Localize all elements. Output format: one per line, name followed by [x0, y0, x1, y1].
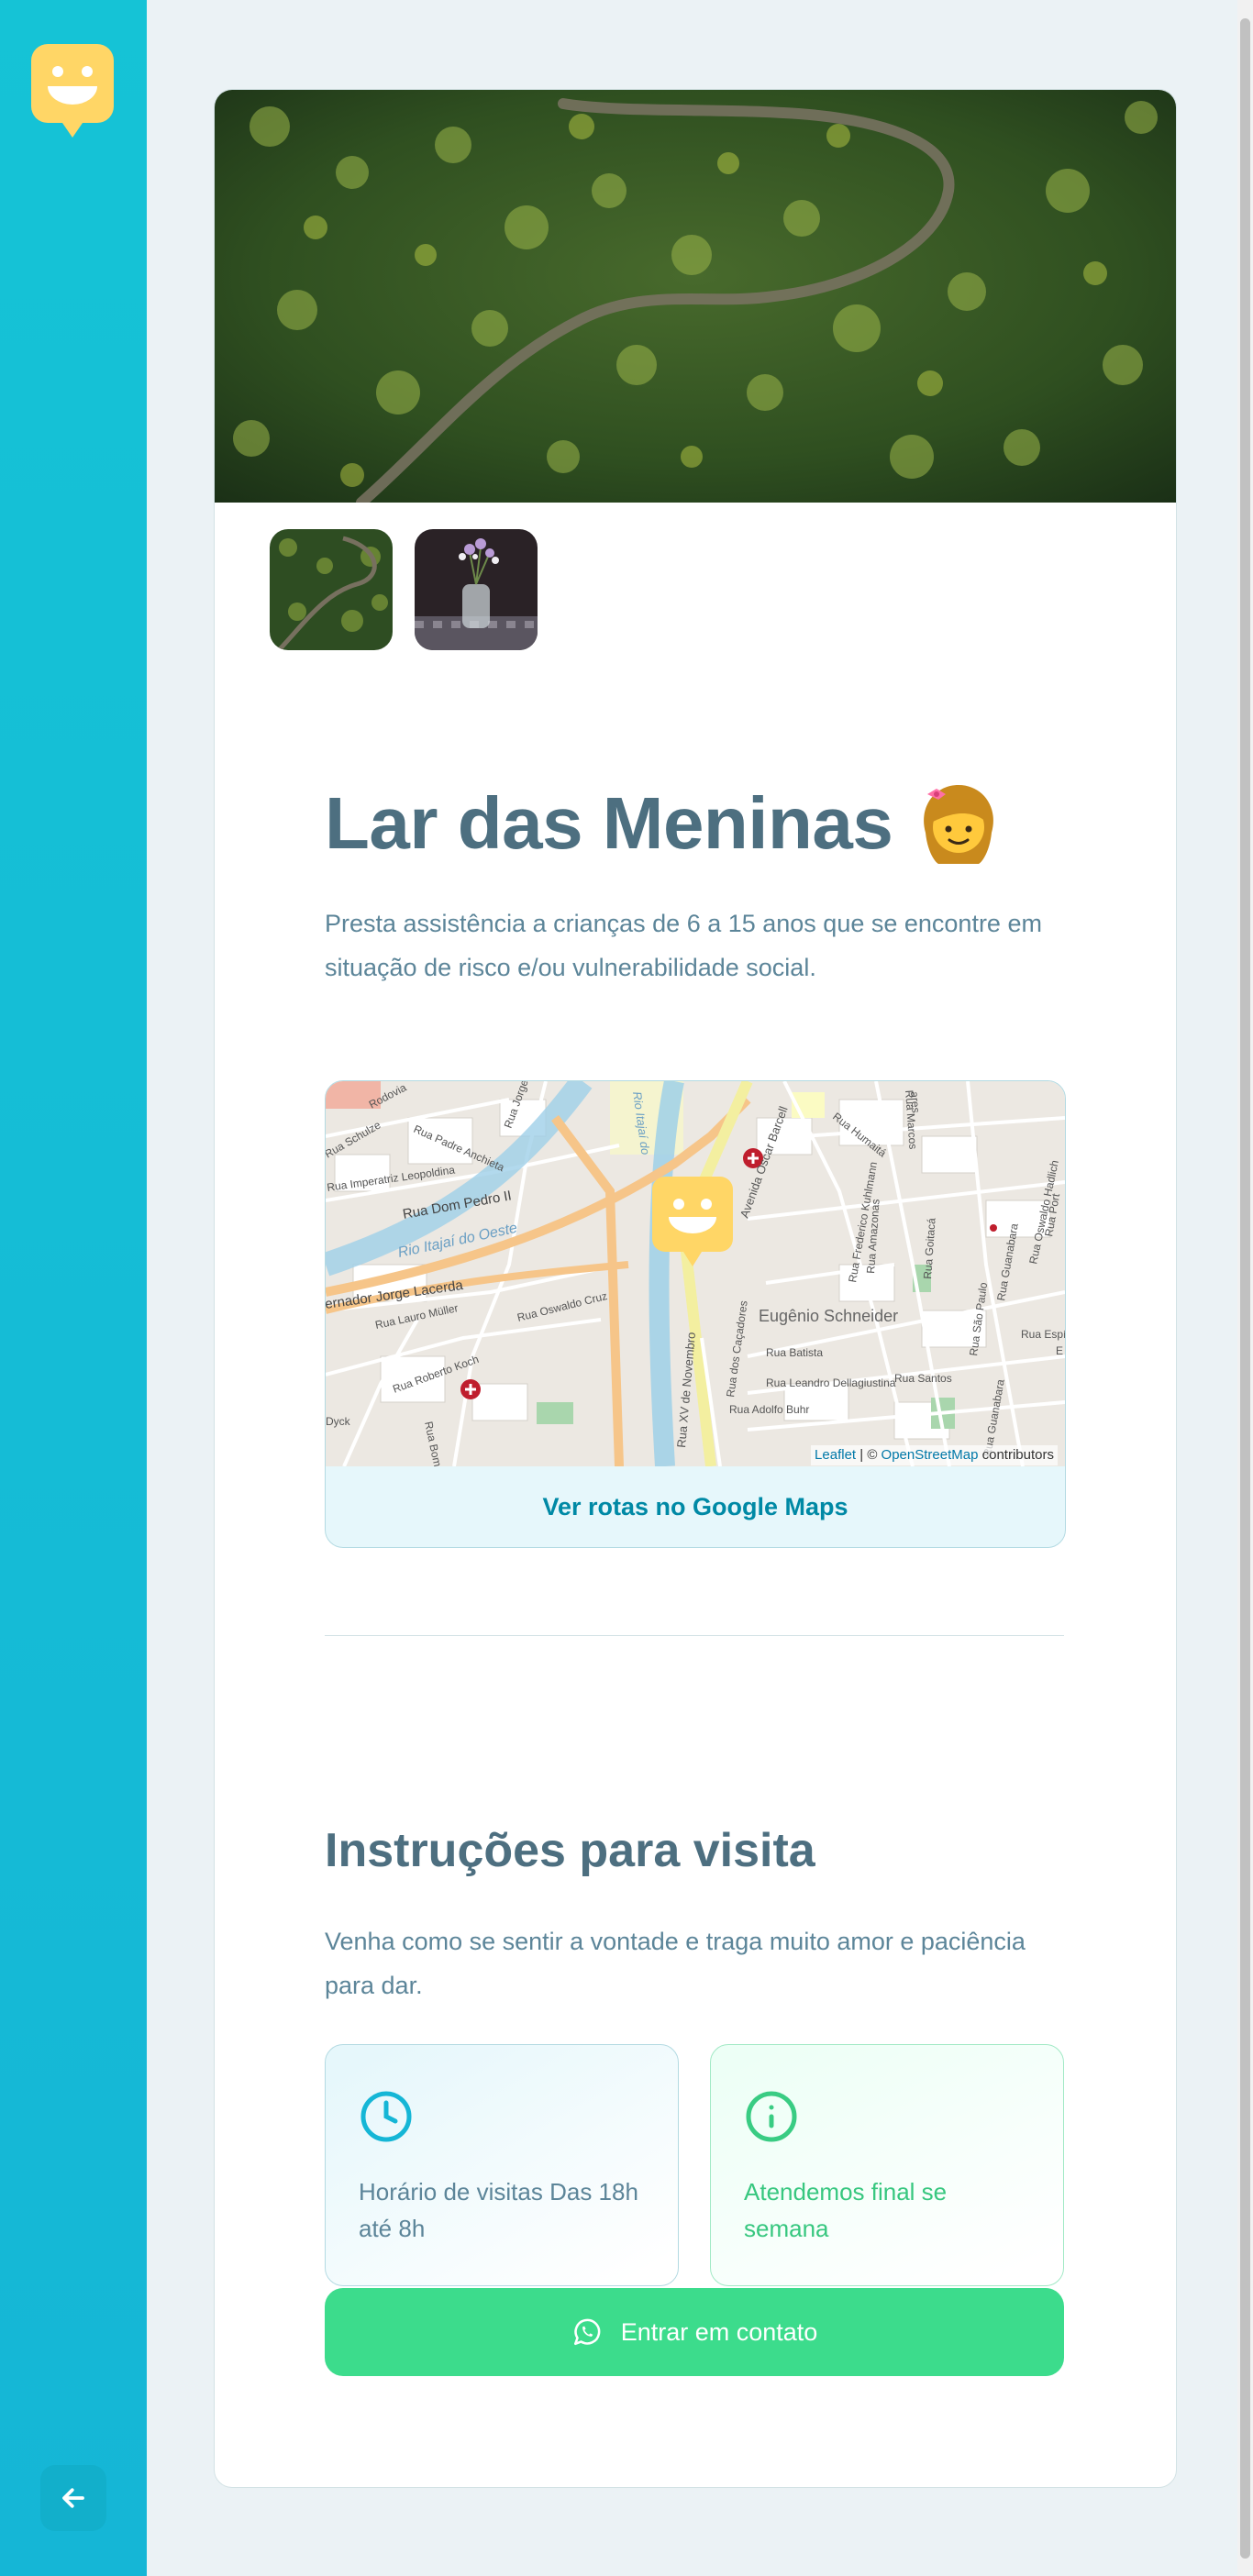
contact-whatsapp-button[interactable]: Entrar em contato	[325, 2288, 1064, 2376]
page-title: Lar das Meninas	[325, 782, 893, 864]
girl-emoji-icon	[924, 785, 994, 864]
location-map[interactable]: Rodovia Rua Padre Anchieta Rua Jorge S R…	[326, 1081, 1065, 1466]
visit-instructions-heading: Instruções para visita	[325, 1824, 815, 1877]
svg-text:Rua Adolfo Buhr: Rua Adolfo Buhr	[729, 1403, 809, 1416]
page-scrollbar[interactable]	[1237, 0, 1253, 2576]
scrollbar-thumb[interactable]	[1240, 18, 1250, 2559]
map-container: Rodovia Rua Padre Anchieta Rua Jorge S R…	[325, 1080, 1066, 1548]
weekend-info-text: Atendemos final se semana	[744, 2178, 948, 2242]
attribution-contributors: contributors	[978, 1447, 1054, 1463]
attribution-separator: | ©	[856, 1447, 882, 1463]
title-row: Lar das Meninas	[325, 768, 1003, 879]
svg-text:Rua Santos: Rua Santos	[894, 1372, 952, 1385]
weekend-info-box: Atendemos final se semana	[710, 2044, 1064, 2286]
contact-button-label: Entrar em contato	[620, 2317, 818, 2346]
section-divider	[325, 1635, 1064, 1636]
opening-hours-box: Horário de visitas Das 18h até 8h	[325, 2044, 679, 2286]
svg-text:Dyck: Dyck	[326, 1415, 351, 1428]
logo-smiley-marker-icon[interactable]	[31, 44, 114, 139]
svg-text:E: E	[1056, 1344, 1063, 1357]
arrow-left-icon	[62, 2488, 84, 2508]
svg-text:Rua Leandro Dellagiustina: Rua Leandro Dellagiustina	[766, 1376, 896, 1389]
svg-text:Eugênio Schneider: Eugênio Schneider	[759, 1307, 898, 1325]
svg-text:Rua Batista: Rua Batista	[766, 1346, 823, 1359]
visit-instructions-text: Venha como se sentir a vontade e traga m…	[325, 1928, 1026, 1999]
whatsapp-icon	[573, 2318, 601, 2346]
svg-text:Rua Espírito Sant: Rua Espírito Sant	[1021, 1328, 1065, 1341]
svg-text:ares: ares	[908, 1091, 923, 1113]
image-thumbnail-flowers[interactable]	[415, 529, 538, 650]
hero-image-forest-road	[215, 90, 1176, 503]
map-attribution: Leaflet | © OpenStreetMap contributors	[811, 1445, 1058, 1465]
leaflet-link[interactable]: Leaflet	[815, 1447, 856, 1463]
google-maps-directions-link[interactable]: Ver rotas no Google Maps	[326, 1466, 1065, 1547]
clock-icon	[360, 2091, 412, 2142]
info-icon	[746, 2091, 797, 2142]
orphanage-details-card: Lar das Meninas Presta assistência a cri…	[214, 89, 1177, 2488]
orphanage-description: Presta assistência a crianças de 6 a 15 …	[325, 910, 1042, 981]
sidebar	[0, 0, 147, 2576]
image-thumbnail-forest[interactable]	[270, 529, 393, 650]
opening-hours-text: Horário de visitas Das 18h até 8h	[359, 2178, 638, 2242]
openstreetmap-link[interactable]: OpenStreetMap	[882, 1447, 979, 1463]
back-button[interactable]	[40, 2465, 106, 2531]
